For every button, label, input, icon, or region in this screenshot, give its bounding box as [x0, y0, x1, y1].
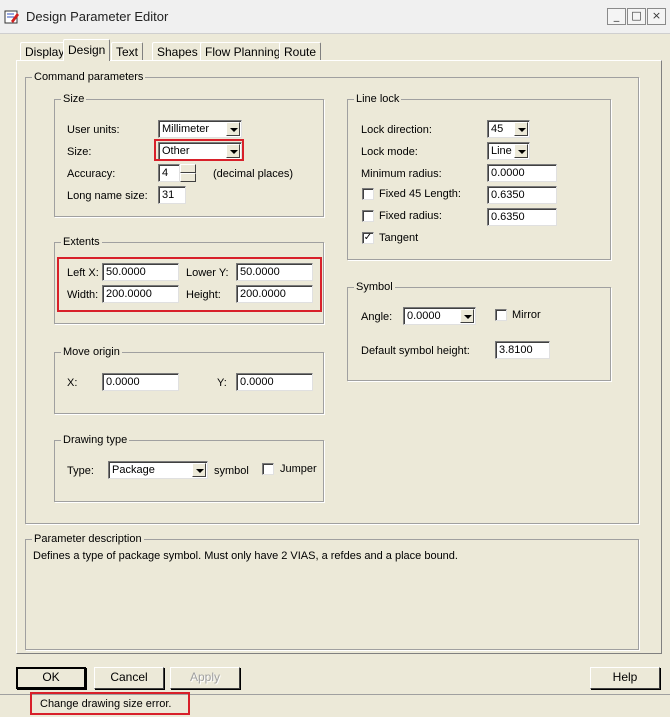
fixed-radius-input[interactable]: 0.6350: [487, 208, 557, 226]
parameter-description-title: Parameter description: [32, 533, 144, 545]
height-input[interactable]: 200.0000: [236, 285, 313, 303]
ok-button[interactable]: OK: [16, 667, 86, 689]
mirror-label: Mirror: [512, 309, 541, 321]
spin-up-icon[interactable]: [180, 164, 196, 173]
fixed-45-length-input[interactable]: 0.6350: [487, 186, 557, 204]
minimum-radius-label: Minimum radius:: [361, 168, 442, 180]
lower-y-input[interactable]: 50.0000: [236, 263, 313, 281]
size-label: Size:: [67, 146, 92, 158]
origin-y-label: Y:: [217, 377, 227, 389]
tab-display[interactable]: Display: [20, 42, 70, 61]
fixed-45-length-label: Fixed 45 Length:: [379, 188, 461, 200]
jumper-label: Jumper: [280, 463, 317, 475]
fixed-radius-checkbox[interactable]: [362, 210, 374, 222]
height-label: Height:: [186, 289, 221, 301]
tab-design[interactable]: Design: [63, 39, 111, 61]
type-select[interactable]: Package: [108, 461, 208, 479]
tangent-checkbox[interactable]: ✓: [362, 232, 374, 244]
lock-mode-label: Lock mode:: [361, 146, 418, 158]
lock-direction-label: Lock direction:: [361, 124, 432, 136]
symbol-suffix-label: symbol: [214, 465, 249, 477]
size-group-title: Size: [61, 93, 87, 105]
tangent-label: Tangent: [379, 232, 419, 244]
left-x-input[interactable]: 50.0000: [102, 263, 179, 281]
line-lock-title: Line lock: [354, 93, 402, 105]
tab-route[interactable]: Route: [279, 42, 322, 61]
chevron-down-icon[interactable]: [192, 463, 206, 477]
tab-flow-planning[interactable]: Flow Planning: [200, 42, 286, 61]
status-highlight-box: [30, 692, 190, 715]
fixed-45-length-checkbox[interactable]: [362, 188, 374, 200]
mirror-checkbox[interactable]: [495, 309, 507, 321]
drawing-type-title: Drawing type: [61, 434, 130, 446]
apply-button[interactable]: Apply: [170, 667, 240, 689]
command-parameters-title: Command parameters: [32, 71, 146, 83]
chevron-down-icon[interactable]: [226, 122, 240, 136]
close-button[interactable]: ×: [647, 8, 666, 25]
default-symbol-height-input[interactable]: 3.8100: [495, 341, 550, 359]
cancel-button[interactable]: Cancel: [94, 667, 164, 689]
size-highlight-box: [154, 139, 244, 161]
move-origin-title: Move origin: [61, 346, 122, 358]
origin-y-input[interactable]: 0.0000: [236, 373, 313, 391]
angle-label: Angle:: [361, 311, 393, 323]
parameter-description-text: Defines a type of package symbol. Must o…: [33, 550, 458, 562]
long-name-size-input[interactable]: 31: [158, 186, 186, 204]
tab-shapes[interactable]: Shapes: [152, 42, 203, 61]
lock-mode-select[interactable]: Line: [487, 142, 530, 160]
app-icon: [4, 10, 19, 24]
fixed-radius-label: Fixed radius:: [379, 210, 442, 222]
width-label: Width:: [67, 289, 99, 301]
origin-x-label: X:: [67, 377, 78, 389]
title-bar: Design Parameter Editor _ □ ×: [0, 0, 670, 34]
left-x-label: Left X:: [67, 267, 99, 279]
lock-direction-select[interactable]: 45: [487, 120, 530, 138]
minimum-radius-input[interactable]: 0.0000: [487, 164, 557, 182]
chevron-down-icon[interactable]: [514, 122, 528, 136]
tab-text[interactable]: Text: [111, 42, 144, 61]
symbol-group: [347, 287, 611, 381]
accuracy-spinner[interactable]: [180, 164, 196, 182]
minimize-button[interactable]: _: [607, 8, 626, 25]
angle-select[interactable]: 0.0000: [403, 307, 476, 325]
spin-down-icon[interactable]: [180, 173, 196, 182]
user-units-select[interactable]: Millimeter: [158, 120, 242, 138]
default-symbol-height-label: Default symbol height:: [361, 345, 470, 357]
long-name-size-label: Long name size:: [67, 190, 148, 202]
accuracy-label: Accuracy:: [67, 168, 116, 180]
accuracy-input[interactable]: 4: [158, 164, 180, 182]
jumper-checkbox[interactable]: [262, 463, 274, 475]
width-input[interactable]: 200.0000: [102, 285, 179, 303]
user-units-label: User units:: [67, 124, 120, 136]
decimal-places-label: (decimal places): [213, 168, 294, 180]
lower-y-label: Lower Y:: [186, 267, 229, 279]
chevron-down-icon[interactable]: [514, 144, 528, 158]
window-title: Design Parameter Editor: [26, 9, 169, 24]
origin-x-input[interactable]: 0.0000: [102, 373, 179, 391]
help-button[interactable]: Help: [590, 667, 660, 689]
symbol-title: Symbol: [354, 281, 395, 293]
maximize-button[interactable]: □: [627, 8, 646, 25]
chevron-down-icon[interactable]: [460, 309, 474, 323]
extents-title: Extents: [61, 236, 102, 248]
type-label: Type:: [67, 465, 94, 477]
